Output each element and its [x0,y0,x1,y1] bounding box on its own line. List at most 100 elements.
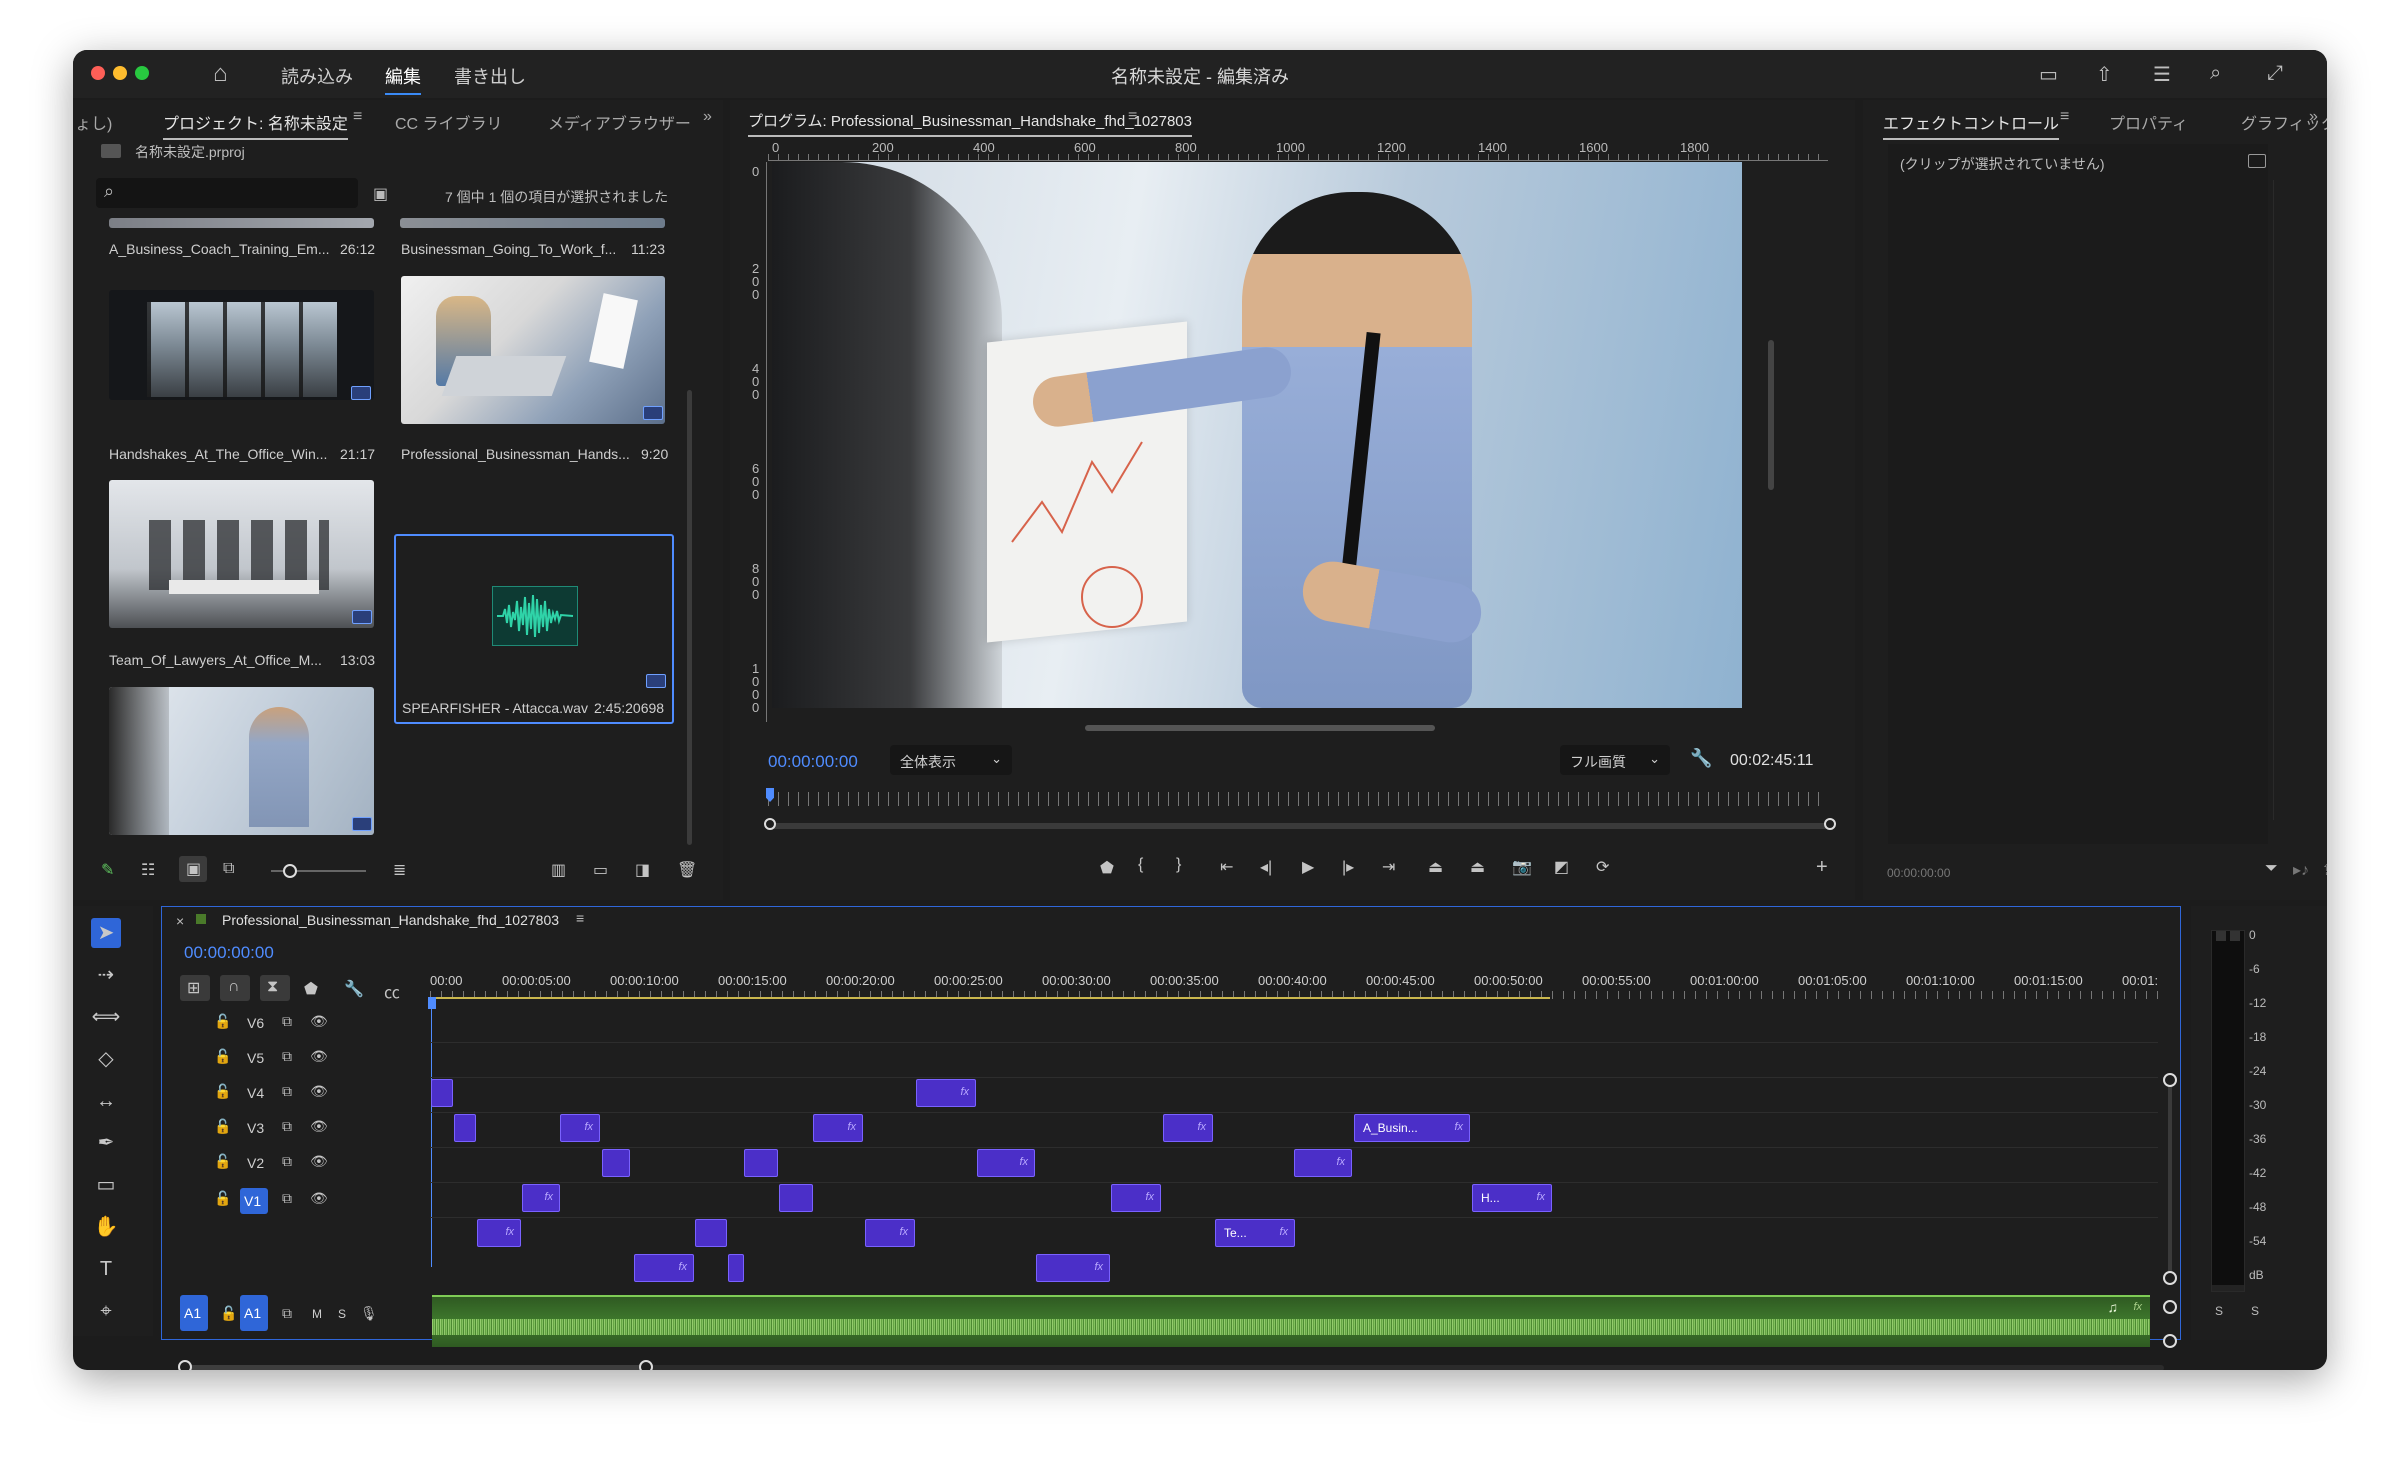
h-scroll-handle-left[interactable] [178,1360,192,1370]
eye-icon[interactable]: 👁 [310,1118,328,1135]
video-clip[interactable] [431,1079,453,1107]
tab-project[interactable]: プロジェクト: 名称未設定 [163,110,348,140]
video-clip-te[interactable]: Te... fx [1215,1219,1295,1247]
clip-thumbnail-partial[interactable] [109,218,374,228]
tab-media-browser[interactable]: メディアブラウザー [548,110,691,134]
h-scroll-handle-right[interactable] [639,1360,653,1370]
video-clip[interactable] [454,1114,476,1142]
export-icon[interactable]: ⇪ [2321,860,2327,880]
automate-sequence-icon[interactable]: ▥ [551,860,566,880]
timeline-ruler[interactable]: 00:00 00:00:05:00 00:00:10:00 00:00:15:0… [430,973,2158,1001]
go-to-out-icon[interactable]: ⇥ [1382,857,1395,877]
lock-icon[interactable]: 🔓 [214,1190,231,1207]
slip-tool-icon[interactable]: ↔ [91,1086,121,1116]
scroll-handle-bottom[interactable] [2163,1271,2177,1285]
search-icon[interactable]: ⌕ [2210,62,2221,85]
list-view-icon[interactable]: ☷ [141,860,155,880]
wrench-icon[interactable]: 🔧 [1690,748,1712,769]
new-bin-icon[interactable]: ▣ [373,184,388,204]
tab-properties[interactable]: プロパティ [2109,110,2188,134]
sort-icon[interactable]: ≣ [393,860,406,880]
step-forward-icon[interactable]: |▸ [1342,857,1354,877]
mute-button[interactable]: M [312,1307,322,1321]
video-clip[interactable] [728,1254,744,1282]
clip-thumbnail[interactable] [401,276,665,424]
lock-icon[interactable]: 🔓 [214,1048,231,1065]
eye-icon[interactable]: 👁 [310,1190,328,1207]
timeline-v-scrollbar[interactable] [2163,1073,2177,1285]
filter-icon[interactable]: ⏷ [2265,860,2278,878]
sync-lock-icon[interactable]: ⧉ [282,1118,292,1135]
solo-right-button[interactable]: S [2251,1304,2259,1318]
go-to-in-icon[interactable]: ⇤ [1220,857,1233,877]
button-editor-icon[interactable]: + [1816,856,1828,879]
audio-scroll-handle-top[interactable] [2163,1300,2177,1314]
video-clip[interactable]: fx [865,1219,915,1247]
search-input[interactable]: ⌕ [96,178,358,208]
thumbnail-size-slider[interactable] [271,864,366,878]
step-back-icon[interactable]: ◂| [1260,857,1272,877]
clip-thumbnail-selected[interactable]: SPEARFISHER - Attacca.wav 2:45:20698 [394,534,674,724]
video-clip-h[interactable]: H... fx [1472,1184,1552,1212]
microphone-icon[interactable]: 🎙 [360,1305,378,1322]
tab-cc-libraries[interactable]: CC ライブラリ [395,110,503,134]
panel-menu-icon[interactable]: ≡ [2060,108,2069,126]
lock-icon[interactable]: 🔓 [220,1305,237,1322]
timeline-h-scrollbar[interactable] [178,1360,2164,1370]
a1-source-patch[interactable]: A1 [180,1295,208,1331]
more-tabs-icon[interactable]: » [2309,108,2318,126]
project-scrollbar[interactable] [687,390,692,845]
comparison-view-icon[interactable]: ◩ [1554,857,1569,877]
razor-tool-icon[interactable]: ◇ [91,1044,121,1074]
video-clip[interactable]: fx [477,1219,521,1247]
panel-menu-icon[interactable]: ≡ [1128,108,1137,126]
snap-button[interactable]: ∩ [220,975,250,1001]
rectangle-tool-icon[interactable]: ▭ [91,1170,121,1200]
monitor-h-scrollbar[interactable] [1085,725,1435,731]
eye-icon[interactable]: 👁 [310,1083,328,1100]
v1-target-button[interactable]: V1 [240,1188,268,1214]
selection-tool-icon[interactable]: ➤ [91,918,121,948]
linked-selection-button[interactable]: ⧗ [260,975,290,1001]
solo-button[interactable]: S [338,1307,346,1321]
video-clip[interactable] [695,1219,727,1247]
type-tool-icon[interactable]: T [91,1254,121,1284]
program-monitor-title[interactable]: プログラム: Professional_Businessman_Handshak… [748,110,1192,137]
sync-lock-icon[interactable]: ⧉ [282,1153,292,1170]
video-clip-a-busin[interactable]: A_Busin... fx [1354,1114,1470,1142]
mark-out-icon[interactable]: } [1176,856,1181,874]
eye-icon[interactable]: 👁 [310,1048,328,1065]
tab-effect-controls[interactable]: エフェクトコントロール [1883,110,2060,140]
timeline-settings-icon[interactable]: 🔧 [344,979,364,999]
toggle-timeline-icon[interactable] [2248,154,2266,168]
clip-thumbnail[interactable] [109,290,374,400]
video-clip[interactable]: fx [813,1114,863,1142]
insert-sequence-button[interactable]: ⊞ [180,975,210,1001]
sync-lock-icon[interactable]: ⧉ [282,1048,292,1065]
close-tab-icon[interactable]: × [176,913,184,929]
video-clip[interactable] [602,1149,630,1177]
fullscreen-icon[interactable]: ⤢ [2267,62,2283,85]
workspace-panel-icon[interactable]: ▭ [2039,62,2058,87]
video-clip[interactable]: fx [977,1149,1035,1177]
video-clip[interactable]: fx [522,1184,560,1212]
mark-in-icon[interactable]: { [1138,856,1143,874]
video-clip[interactable]: fx [560,1114,600,1142]
video-clip[interactable] [779,1184,813,1212]
sequence-tab[interactable]: Professional_Businessman_Handshake_fhd_1… [222,912,559,928]
audio-scroll-handle-bottom[interactable] [2163,1334,2177,1348]
panel-menu-icon[interactable]: ≡ [576,910,584,926]
play-icon[interactable]: ▶ [1302,857,1314,877]
play-audio-icon[interactable]: ▸♪ [2293,860,2309,880]
more-tabs-icon[interactable]: » [703,108,712,126]
lock-icon[interactable]: 🔓 [214,1083,231,1100]
zoom-bar-left-handle[interactable] [764,818,776,830]
lock-icon[interactable]: 🔓 [214,1013,231,1030]
playhead-timecode[interactable]: 00:00:00:00 [768,752,858,772]
ripple-edit-tool-icon[interactable]: ⟺ [91,1002,121,1032]
clip-thumbnail[interactable] [109,480,374,628]
timeline-timecode[interactable]: 00:00:00:00 [184,943,274,963]
workspaces-menu-icon[interactable]: ☰ [2153,62,2171,87]
pencil-icon[interactable]: ✎ [101,860,114,880]
panel-menu-icon[interactable]: ≡ [353,108,362,126]
